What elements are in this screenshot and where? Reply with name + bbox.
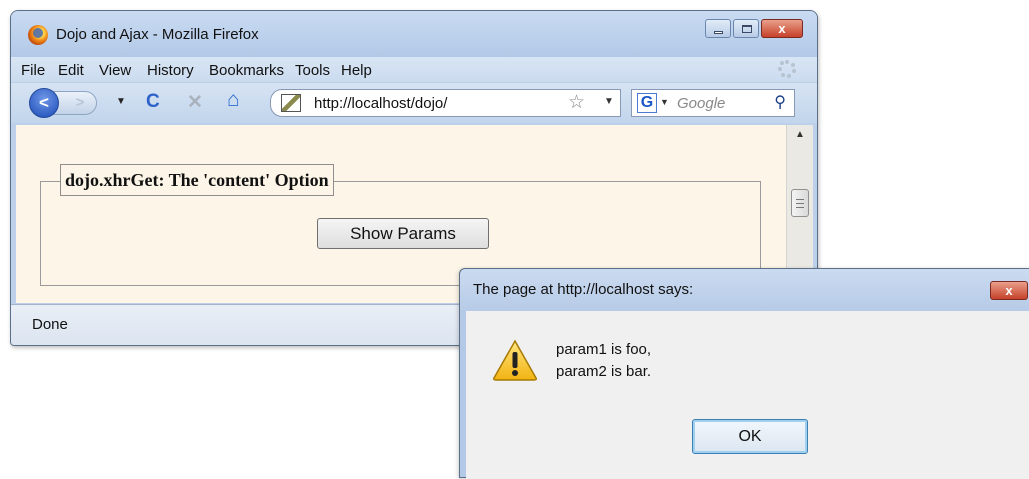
stop-button[interactable]: ✕ bbox=[187, 91, 203, 114]
dialog-message-line-2: param2 is bar. bbox=[556, 363, 652, 380]
menu-history[interactable]: History bbox=[147, 62, 194, 79]
maximize-button[interactable] bbox=[733, 19, 759, 38]
url-bar[interactable]: http://localhost/dojo/ ☆ ▼ bbox=[270, 89, 621, 117]
status-text: Done bbox=[32, 316, 68, 333]
reload-button[interactable]: C bbox=[146, 91, 160, 113]
back-icon: < bbox=[39, 93, 49, 112]
navigation-toolbar: > < ▼ C ✕ ⌂ http://localhost/dojo/ ☆ ▼ G… bbox=[11, 83, 817, 123]
dialog-body: param1 is foo, param2 is bar. OK bbox=[466, 311, 1029, 479]
scroll-thumb[interactable] bbox=[791, 189, 809, 217]
google-icon[interactable]: G bbox=[637, 93, 657, 113]
menu-bookmarks[interactable]: Bookmarks bbox=[209, 62, 284, 79]
search-engine-dropdown-icon[interactable]: ▼ bbox=[660, 97, 669, 107]
back-forward-group: > < ▼ bbox=[29, 88, 127, 118]
window-controls: x bbox=[705, 19, 803, 38]
search-input[interactable]: Google bbox=[677, 95, 725, 112]
dialog-close-button[interactable]: x bbox=[990, 281, 1028, 300]
stop-icon: ✕ bbox=[187, 92, 203, 113]
search-icon[interactable]: ⚲ bbox=[774, 92, 786, 112]
dialog-message: param1 is foo, param2 is bar. bbox=[556, 339, 651, 383]
scroll-up-icon[interactable]: ▲ bbox=[795, 129, 805, 140]
ok-button[interactable]: OK bbox=[692, 419, 808, 454]
url-dropdown-icon[interactable]: ▼ bbox=[604, 96, 614, 107]
home-icon: ⌂ bbox=[227, 88, 240, 111]
menu-tools[interactable]: Tools bbox=[295, 62, 330, 79]
show-params-button[interactable]: Show Params bbox=[317, 218, 489, 249]
warning-icon bbox=[493, 339, 537, 381]
minimize-icon bbox=[714, 31, 723, 34]
menu-help[interactable]: Help bbox=[341, 62, 372, 79]
menu-view[interactable]: View bbox=[99, 62, 131, 79]
maximize-icon bbox=[742, 25, 752, 33]
throbber-icon bbox=[777, 59, 797, 79]
dialog-title-bar: The page at http://localhost says: x bbox=[460, 269, 1029, 311]
fieldset-legend: dojo.xhrGet: The 'content' Option bbox=[60, 164, 334, 196]
alert-dialog: The page at http://localhost says: x par… bbox=[459, 268, 1029, 479]
close-icon: x bbox=[1005, 283, 1013, 298]
menu-edit[interactable]: Edit bbox=[58, 62, 84, 79]
firefox-logo-icon bbox=[28, 25, 48, 45]
home-button[interactable]: ⌂ bbox=[227, 88, 240, 112]
menu-file[interactable]: File bbox=[21, 62, 45, 79]
history-dropdown-icon[interactable]: ▼ bbox=[116, 96, 126, 107]
close-button[interactable]: x bbox=[761, 19, 803, 38]
bookmark-star-icon[interactable]: ☆ bbox=[568, 91, 585, 114]
site-favicon-icon bbox=[281, 94, 301, 112]
menu-bar: File Edit View History Bookmarks Tools H… bbox=[11, 57, 817, 82]
minimize-button[interactable] bbox=[705, 19, 731, 38]
back-button[interactable]: < bbox=[29, 88, 59, 118]
search-bar[interactable]: G ▼ Google ⚲ bbox=[631, 89, 795, 117]
forward-icon: > bbox=[75, 94, 85, 111]
close-icon: x bbox=[778, 21, 786, 36]
dialog-title: The page at http://localhost says: bbox=[473, 281, 694, 298]
title-bar: Dojo and Ajax - Mozilla Firefox x bbox=[11, 11, 817, 57]
forward-button[interactable]: > bbox=[53, 91, 97, 115]
dialog-message-line-1: param1 is foo, bbox=[556, 341, 652, 358]
url-text[interactable]: http://localhost/dojo/ bbox=[314, 95, 447, 112]
window-title: Dojo and Ajax - Mozilla Firefox bbox=[56, 26, 259, 43]
reload-icon: C bbox=[146, 91, 160, 112]
